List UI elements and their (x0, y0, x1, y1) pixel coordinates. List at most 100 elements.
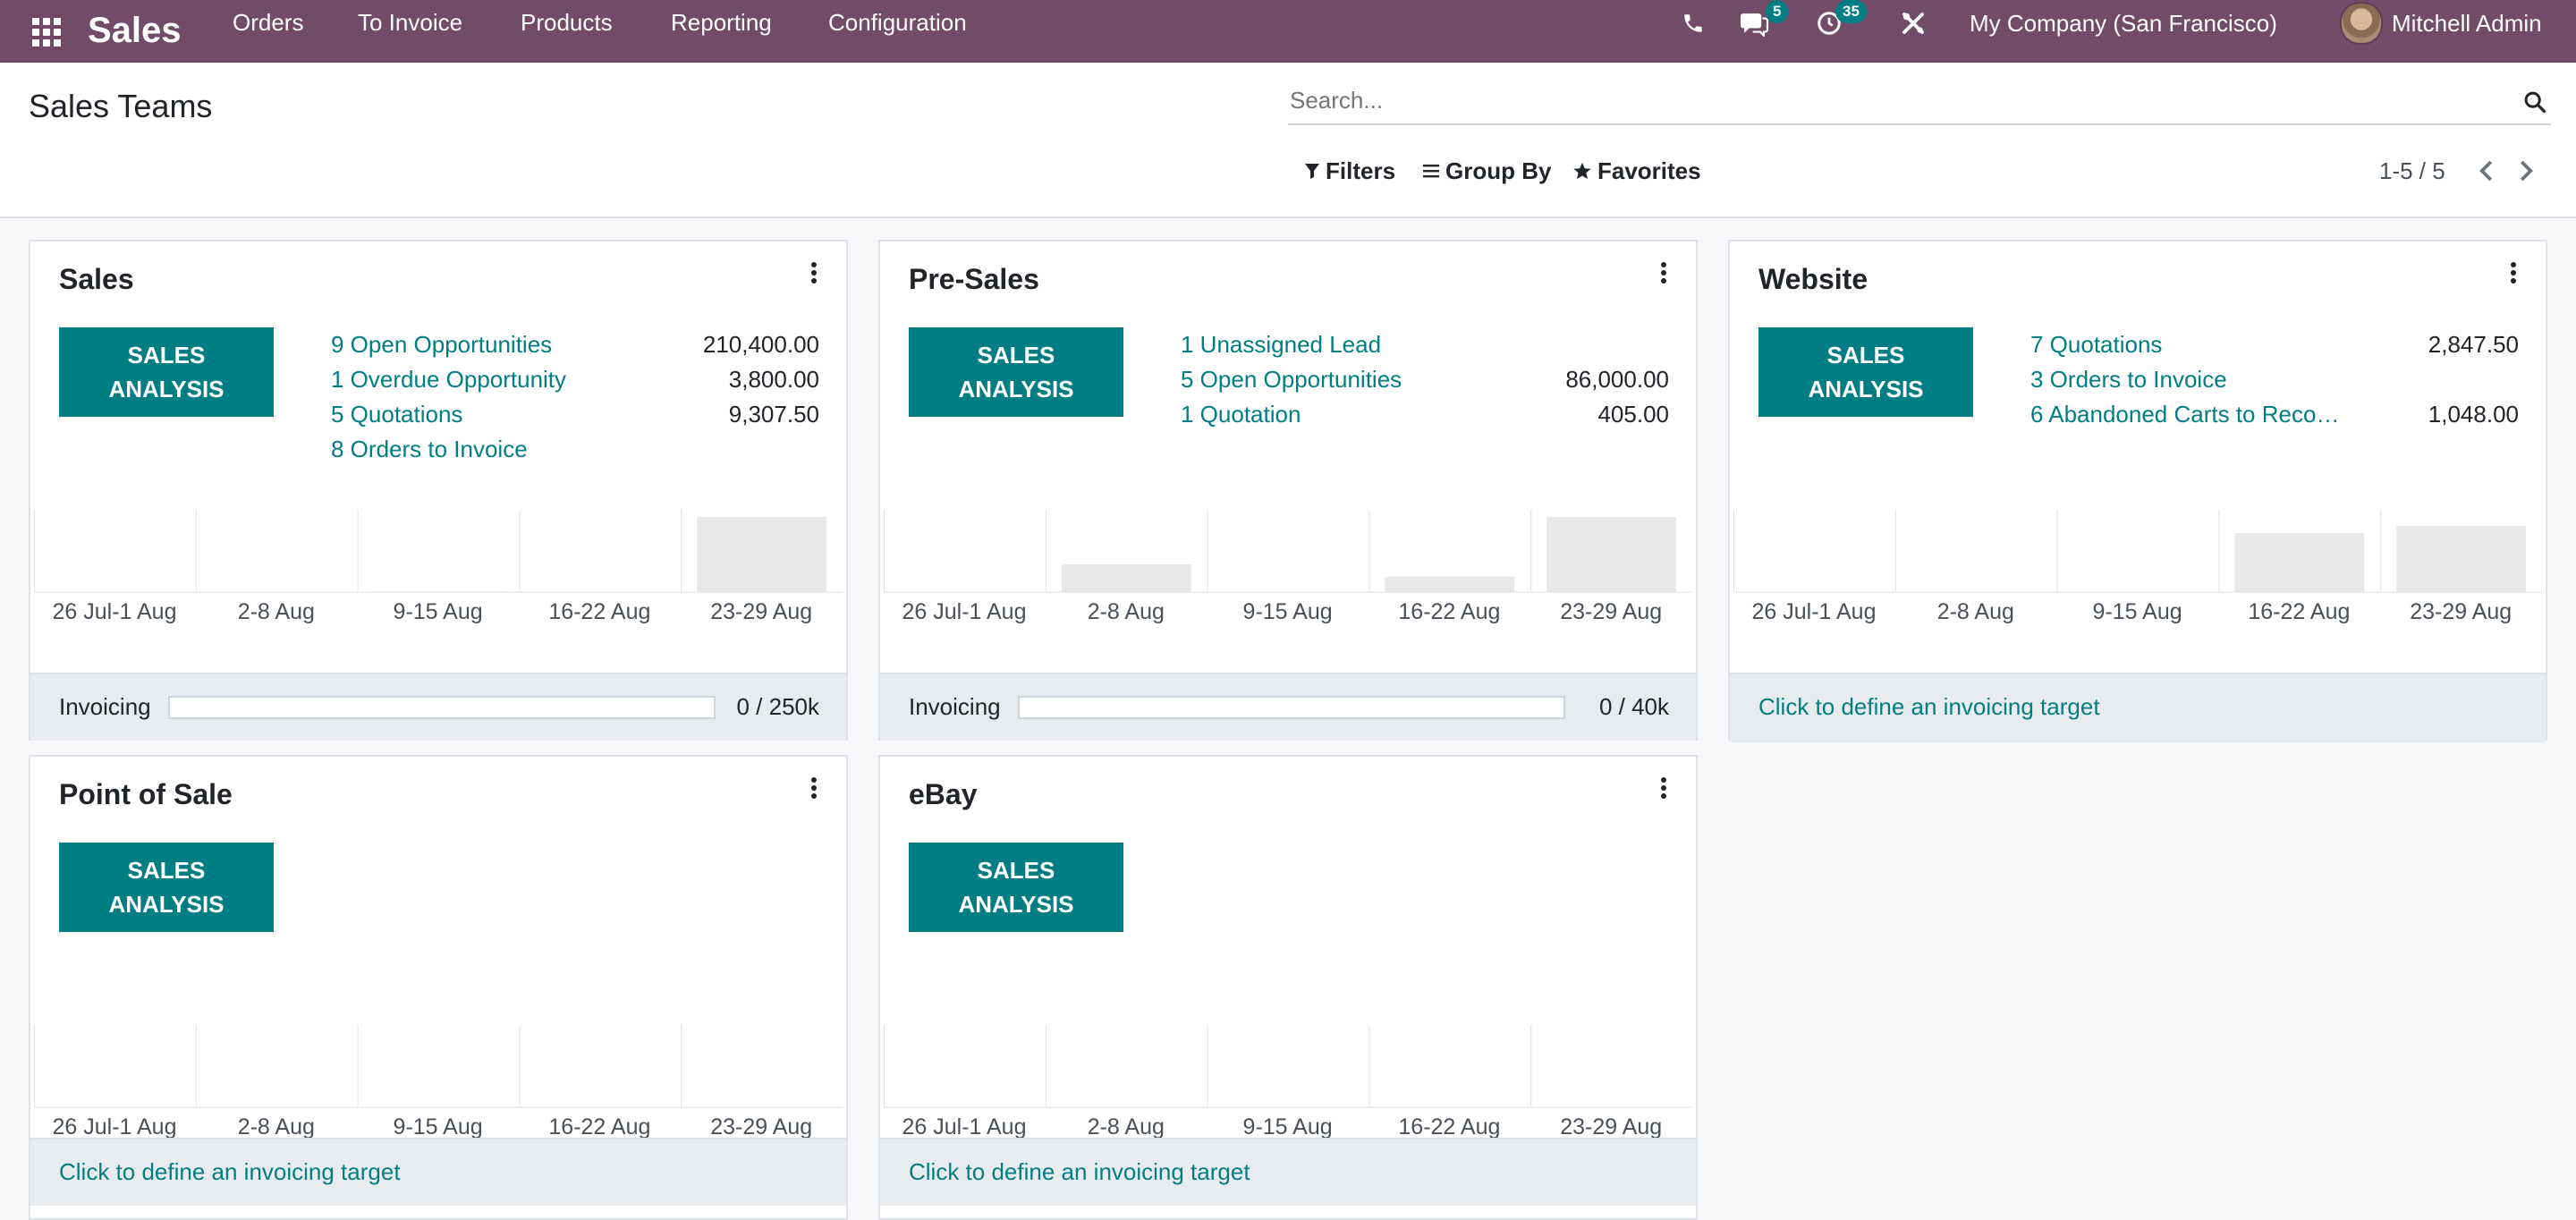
filters-button[interactable]: Filters (1304, 156, 1395, 186)
messages-icon[interactable] (1739, 5, 1769, 41)
group-by-label: Group By (1445, 157, 1552, 184)
invoicing-value[interactable]: 0 / 40k (1599, 690, 1669, 723)
group-by-icon (1423, 165, 1439, 178)
graph-week-label: 16-22 Aug (2248, 599, 2351, 624)
stat-link[interactable]: 7 Quotations (2030, 327, 2162, 361)
stat-row: 1 Overdue Opportunity 3,800.00 (331, 362, 819, 396)
stat-value: 9,307.50 (728, 401, 819, 428)
weekly-graph-svg (34, 510, 843, 593)
sales-analysis-button[interactable]: SALES ANALYSIS (909, 843, 1123, 932)
pager-next-icon[interactable] (2512, 157, 2538, 184)
weekly-graph-svg (34, 1025, 843, 1108)
stat-value: 1,048.00 (2428, 401, 2519, 428)
team-name[interactable]: Sales (59, 259, 134, 299)
graph-week-label: 23-29 Aug (1560, 599, 1663, 624)
weekly-graph[interactable]: 26 Jul-1 Aug 2-8 Aug 9-15 Aug 16-22 Aug 23-2… (884, 510, 1692, 640)
invoicing-progress-bar[interactable] (168, 696, 716, 719)
weekly-graph[interactable]: 26 Jul-1 Aug 2-8 Aug 9-15 Aug 16-22 Aug 23-2… (34, 1025, 843, 1156)
card-dropdown-icon[interactable] (807, 775, 821, 805)
menu-to-invoice[interactable]: To Invoice (358, 7, 462, 38)
menu-products[interactable]: Products (521, 7, 613, 38)
favorites-button[interactable]: Favorites (1572, 156, 1701, 186)
filters-label: Filters (1326, 157, 1396, 184)
stat-link[interactable]: 5 Quotations (331, 397, 462, 431)
define-invoicing-target-link[interactable]: Click to define an invoicing target (909, 1156, 1250, 1188)
control-panel: Sales Teams Filters Group By Favorites 1… (0, 63, 2576, 218)
graph-week-label: 26 Jul-1 Aug (902, 599, 1027, 624)
card-dropdown-icon[interactable] (1657, 259, 1671, 290)
graph-bar[interactable] (697, 517, 826, 592)
sales-analysis-label: SALES ANALYSIS (958, 342, 1074, 402)
stat-row: 1 Unassigned Lead (1181, 327, 1669, 361)
star-icon (1573, 162, 1591, 180)
graph-week-label: 23-29 Aug (2410, 599, 2512, 624)
invoicing-footer: Click to define an invoicing target (30, 1138, 846, 1206)
sales-analysis-button[interactable]: SALES ANALYSIS (59, 843, 274, 932)
graph-week-label: 26 Jul-1 Aug (902, 1114, 1027, 1140)
team-name[interactable]: Pre-Sales (909, 259, 1039, 299)
team-name[interactable]: eBay (909, 775, 978, 814)
invoicing-label: Invoicing (909, 693, 1001, 720)
graph-bar[interactable] (1385, 577, 1515, 592)
graph-week-label: 23-29 Aug (710, 1114, 813, 1140)
stat-link[interactable]: 9 Open Opportunities (331, 327, 552, 361)
stat-link[interactable]: 1 Overdue Opportunity (331, 362, 566, 396)
weekly-graph[interactable]: 26 Jul-1 Aug 2-8 Aug 9-15 Aug 16-22 Aug 23-2… (34, 510, 843, 640)
stat-link[interactable]: 1 Quotation (1181, 397, 1301, 431)
app-brand[interactable]: Sales (88, 4, 182, 57)
company-switcher[interactable]: My Company (San Francisco) (1970, 5, 2277, 41)
graph-week-label: 2-8 Aug (237, 599, 315, 624)
menu-reporting[interactable]: Reporting (671, 7, 772, 38)
menu-orders[interactable]: Orders (233, 7, 303, 38)
sales-analysis-button[interactable]: SALES ANALYSIS (1758, 327, 1973, 417)
search-icon[interactable] (2522, 89, 2547, 114)
apps-menu-icon[interactable] (27, 13, 61, 47)
stat-link[interactable]: 1 Unassigned Lead (1181, 327, 1381, 361)
menu-configuration[interactable]: Configuration (828, 7, 967, 38)
phone-icon[interactable] (1682, 5, 1705, 41)
graph-bar[interactable] (2396, 526, 2526, 592)
graph-bar[interactable] (2234, 533, 2365, 592)
graph-week-label: 2-8 Aug (1936, 599, 2014, 624)
team-card[interactable]: Sales SALES ANALYSIS 9 Open Opportunities… (29, 240, 848, 741)
team-card[interactable]: Point of Sale SALES ANALYSIS 26 Jul-1 Aug 2… (29, 755, 848, 1220)
team-card[interactable]: eBay SALES ANALYSIS 26 Jul-1 Aug 2-8 Aug 9-1… (878, 755, 1698, 1220)
sales-analysis-label: SALES ANALYSIS (108, 857, 225, 918)
sales-analysis-label: SALES ANALYSIS (108, 342, 225, 402)
pager-value[interactable]: 1-5 / 5 (2379, 156, 2445, 186)
card-dropdown-icon[interactable] (2506, 259, 2521, 290)
filter-icon (1305, 164, 1319, 179)
team-card[interactable]: Website SALES ANALYSIS 7 Quotations 2,847… (1728, 240, 2547, 742)
graph-week-label: 16-22 Aug (548, 1114, 651, 1140)
sales-analysis-button[interactable]: SALES ANALYSIS (909, 327, 1123, 417)
graph-bar[interactable] (1546, 517, 1676, 592)
team-card[interactable]: Pre-Sales SALES ANALYSIS 1 Unassigned Lea… (878, 240, 1698, 741)
graph-week-label: 26 Jul-1 Aug (1751, 599, 1877, 624)
invoicing-progress-bar[interactable] (1018, 696, 1565, 719)
stat-link[interactable]: 3 Orders to Invoice (2030, 362, 2227, 396)
team-name[interactable]: Website (1758, 259, 1868, 299)
user-menu[interactable]: Mitchell Admin (2392, 5, 2542, 41)
messages-count-badge: 5 (1766, 0, 1789, 23)
stat-link[interactable]: 6 Abandoned Carts to Reco… (2030, 397, 2339, 431)
sales-analysis-label: SALES ANALYSIS (1808, 342, 1924, 402)
define-invoicing-target-link[interactable]: Click to define an invoicing target (1758, 690, 2100, 723)
weekly-graph-svg (884, 1025, 1692, 1108)
pager-previous-icon[interactable] (2474, 157, 2501, 184)
stat-link[interactable]: 5 Open Opportunities (1181, 362, 1402, 396)
card-dropdown-icon[interactable] (807, 259, 821, 290)
invoicing-value[interactable]: 0 / 250k (736, 690, 819, 723)
sales-analysis-button[interactable]: SALES ANALYSIS (59, 327, 274, 417)
invoicing-footer: Invoicing 0 / 250k (30, 673, 846, 741)
graph-bar[interactable] (1061, 564, 1191, 592)
define-invoicing-target-link[interactable]: Click to define an invoicing target (59, 1156, 401, 1188)
team-name[interactable]: Point of Sale (59, 775, 233, 814)
stat-link[interactable]: 8 Orders to Invoice (331, 432, 528, 466)
weekly-graph[interactable]: 26 Jul-1 Aug 2-8 Aug 9-15 Aug 16-22 Aug 23-2… (1733, 510, 2542, 640)
search-input[interactable] (1288, 82, 2488, 118)
card-dropdown-icon[interactable] (1657, 775, 1671, 805)
debug-tools-icon[interactable] (1900, 5, 1927, 41)
weekly-graph[interactable]: 26 Jul-1 Aug 2-8 Aug 9-15 Aug 16-22 Aug 23-2… (884, 1025, 1692, 1156)
group-by-button[interactable]: Group By (1422, 156, 1551, 186)
user-avatar[interactable] (2340, 2, 2383, 45)
